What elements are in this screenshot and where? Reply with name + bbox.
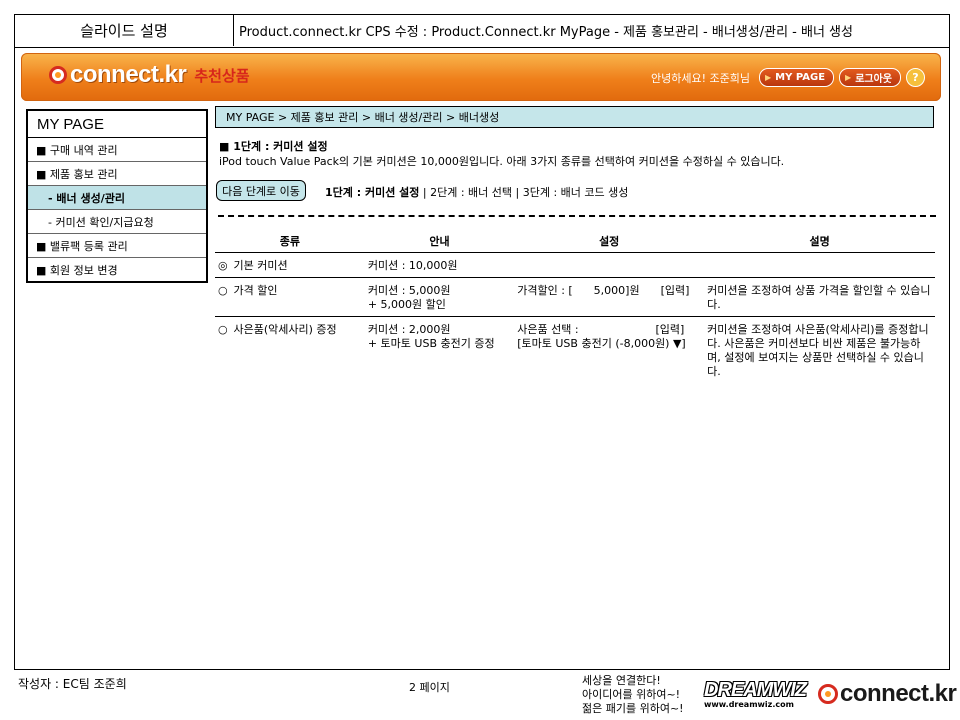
mypage-button-label: MY PAGE: [775, 72, 826, 83]
help-icon[interactable]: ?: [906, 68, 925, 87]
table-row: ○ 사은품(악세사리) 증정 커미션 : 2,000원 + 토마토 USB 충전…: [215, 317, 935, 384]
info-line: + 토마토 USB 충전기 증정: [367, 337, 495, 350]
slogan-line: 젊은 패기를 위하여~!: [582, 702, 684, 715]
footer-connect-logo: connect.kr: [818, 680, 957, 708]
greeting-text: 안녕하세요! 조준희님: [651, 71, 750, 85]
info-line: 커미션 : 5,000원: [367, 284, 451, 297]
connect-logo-icon: [818, 684, 838, 704]
slide-label: 슬라이드 설명: [15, 15, 234, 46]
slogan: 세상을 연결한다! 아이디어를 위하여~! 젊은 패기를 위하여~!: [582, 674, 684, 716]
mypage-button[interactable]: ▶ MY PAGE: [759, 68, 835, 87]
option-info: 커미션 : 10,000원: [364, 252, 515, 278]
connect-logo[interactable]: connect.kr 추천상품: [49, 61, 250, 89]
slide-frame: 슬라이드 설명 Product.connect.kr CPS 수정 : Prod…: [14, 14, 950, 670]
column-header-setting: 설정: [514, 229, 705, 253]
dreamwiz-logo: DREAMWIZ www.dreamwiz.com: [704, 679, 807, 709]
commission-options-table: 종류 안내 설정 설명 ◎ 기본 커미션 커미션 : 10,000원 ○ 가격 …: [215, 229, 935, 383]
table-row: ○ 가격 할인 커미션 : 5,000원 + 5,000원 할인 가격할인 : …: [215, 277, 935, 317]
option-label: 사은품(악세사리) 증정: [233, 323, 337, 336]
step-indicator: 1단계 : 커미션 설정 | 2단계 : 배너 선택 | 3단계 : 배너 코드…: [325, 184, 628, 200]
info-line: 커미션 : 2,000원: [367, 323, 451, 336]
arrow-right-icon: ▶: [765, 73, 772, 82]
slogan-line: 세상을 연결한다!: [582, 674, 661, 687]
option-info: 커미션 : 5,000원 + 5,000원 할인: [364, 277, 515, 317]
radio-icon[interactable]: ○: [218, 323, 230, 337]
radio-selected-icon[interactable]: ◎: [218, 259, 230, 273]
table-header-row: 종류 안내 설정 설명: [215, 229, 935, 253]
sidebar-item-member-info[interactable]: ■ 회원 정보 변경: [28, 258, 206, 281]
info-line: + 5,000원 할인: [367, 298, 446, 311]
sidebar-item-purchase-history[interactable]: ■ 구매 내역 관리: [28, 138, 206, 162]
option-label: 가격 할인: [233, 284, 278, 297]
option-description: [704, 252, 935, 278]
logout-button[interactable]: ▶ 로그아웃: [839, 68, 901, 87]
option-gift[interactable]: ○ 사은품(악세사리) 증정: [215, 317, 365, 384]
gift-setting-text[interactable]: 사은품 선택 : [입력]: [517, 323, 701, 337]
option-price-discount[interactable]: ○ 가격 할인: [215, 277, 365, 317]
slogan-line: 아이디어를 위하여~!: [582, 688, 681, 701]
discount-input-field[interactable]: 가격할인 : [ 5,000]원 [입력]: [514, 277, 705, 317]
step-description: iPod touch Value Pack의 기본 커미션은 10,000원입니…: [219, 155, 785, 168]
arrow-right-icon: ▶: [845, 73, 852, 82]
column-header-description: 설명: [704, 229, 935, 253]
radio-icon[interactable]: ○: [218, 284, 230, 298]
sidebar-item-commission[interactable]: - 커미션 확인/지급요청: [28, 210, 206, 234]
option-setting: [514, 252, 705, 278]
logout-button-label: 로그아웃: [855, 74, 892, 85]
option-description: 커미션을 조정하여 상품 가격을 할인할 수 있습니다.: [704, 277, 935, 317]
header-user-area: 안녕하세요! 조준희님 ▶ MY PAGE ▶ 로그아웃 ?: [651, 68, 925, 87]
option-basic[interactable]: ◎ 기본 커미션: [215, 252, 365, 278]
mypage-sidebar: MY PAGE ■ 구매 내역 관리 ■ 제품 홍보 관리 - 배너 생성/관리…: [26, 109, 208, 283]
info-line: 커미션 : 10,000원: [367, 259, 458, 272]
gift-select-dropdown[interactable]: [토마토 USB 충전기 (-8,000원) ▼]: [517, 337, 701, 351]
next-step-button[interactable]: 다음 단계로 이동: [216, 180, 306, 201]
logo-text: connect.kr: [70, 61, 187, 88]
logo-subtitle: 추천상품: [194, 66, 250, 85]
dreamwiz-url: www.dreamwiz.com: [704, 700, 794, 709]
option-info: 커미션 : 2,000원 + 토마토 USB 충전기 증정: [365, 317, 514, 384]
option-description: 커미션을 조정하여 사은품(악세사리)를 증정합니다. 사은품은 커미션보다 비…: [707, 323, 929, 378]
table-row: ◎ 기본 커미션 커미션 : 10,000원: [215, 252, 935, 278]
breadcrumb: MY PAGE > 제품 홍보 관리 > 배너 생성/관리 > 배너생성: [215, 106, 934, 128]
column-header-info: 안내: [364, 229, 515, 253]
dashed-divider: [218, 215, 936, 217]
site-header: connect.kr 추천상품 안녕하세요! 조준희님 ▶ MY PAGE ▶ …: [21, 53, 941, 101]
current-step: 1단계 : 커미션 설정: [325, 186, 420, 199]
sidebar-item-banner-manage[interactable]: - 배너 생성/관리: [28, 186, 206, 210]
page-number: 2 페이지: [409, 681, 450, 694]
dreamwiz-wordmark: DREAMWIZ: [704, 679, 807, 701]
slide-description: Product.connect.kr CPS 수정 : Product.Conn…: [239, 25, 853, 40]
sidebar-title: MY PAGE: [28, 111, 206, 138]
remaining-steps: | 2단계 : 배너 선택 | 3단계 : 배너 코드 생성: [419, 186, 629, 199]
slide-title-bar: 슬라이드 설명 Product.connect.kr CPS 수정 : Prod…: [15, 15, 949, 48]
column-header-type: 종류: [215, 229, 365, 253]
option-label: 기본 커미션: [233, 259, 288, 272]
connect-logo-icon: [49, 66, 67, 84]
sidebar-item-product-promotion[interactable]: ■ 제품 홍보 관리: [28, 162, 206, 186]
option-setting: 사은품 선택 : [입력] [토마토 USB 충전기 (-8,000원) ▼]: [514, 317, 704, 384]
footer-logo-text: connect.kr: [840, 680, 957, 707]
author-label: 작성자 : EC팀 조준희: [18, 677, 127, 691]
discount-setting-text: 가격할인 : [ 5,000]원 [입력]: [517, 284, 690, 297]
sidebar-item-valuepack[interactable]: ■ 밸류팩 등록 관리: [28, 234, 206, 258]
step-title: ■ 1단계 : 커미션 설정: [219, 140, 328, 153]
